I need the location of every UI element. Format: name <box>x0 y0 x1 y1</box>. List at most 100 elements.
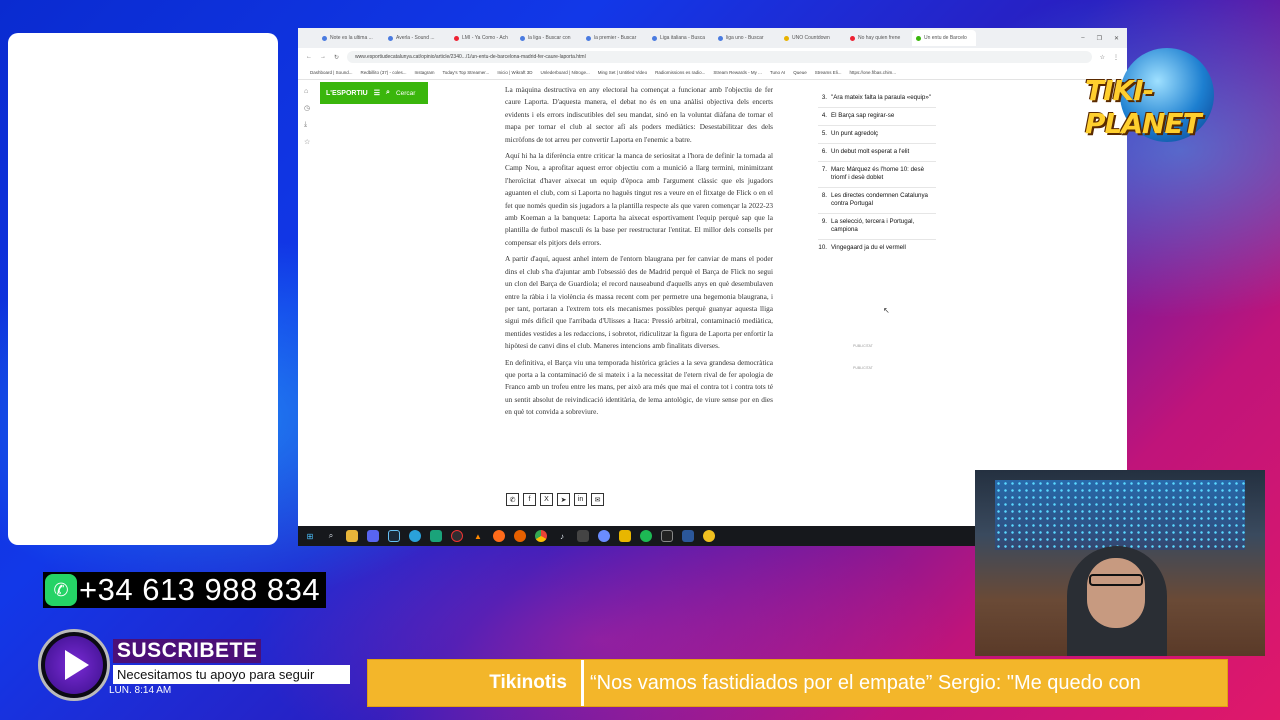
bookmarks-bar: Dashboard | Sound... Redbillito (37) - c… <box>298 66 1127 80</box>
downloads-icon[interactable]: ⤓ <box>304 121 310 129</box>
play-icon <box>45 636 103 694</box>
url-input[interactable]: www.esportiudecatalunya.cat/opinio/artic… <box>347 51 1092 63</box>
tab[interactable]: LMI - Ya Como - Ach <box>450 30 514 46</box>
telegram-icon[interactable] <box>409 530 421 542</box>
led-lights <box>995 480 1245 550</box>
list-item[interactable]: 4. El Barça sap regirar-se <box>818 108 936 126</box>
steam-icon[interactable] <box>388 530 400 542</box>
bookmark[interactable]: Inicio | Wikraft 3D <box>497 70 532 75</box>
x-icon[interactable]: X <box>540 493 553 506</box>
bookmark[interactable]: Today's Top Streamer... <box>443 70 490 75</box>
email-icon[interactable]: ✉ <box>591 493 604 506</box>
app-icon-6[interactable] <box>661 530 673 542</box>
search-button[interactable]: Cercar <box>396 90 416 97</box>
list-item[interactable]: 5. Un punt agredolç <box>818 126 936 144</box>
app-icon-5[interactable] <box>619 530 631 542</box>
bookmark-icon[interactable]: ☆ <box>304 138 310 146</box>
window-controls: – ❐ ✕ <box>1081 35 1127 42</box>
home-icon[interactable]: ⌂ <box>304 88 310 95</box>
windows-icon[interactable]: ⊞ <box>304 530 316 542</box>
tab-active[interactable]: Un entu de Barcelo <box>912 30 976 46</box>
linkedin-icon[interactable]: in <box>574 493 587 506</box>
bookmark[interactable]: Stream Rewards - My ... <box>713 70 762 75</box>
facebook-icon[interactable]: f <box>523 493 536 506</box>
ticker-text: “Nos vamos fastidiados por el empate” Se… <box>590 671 1141 694</box>
app-icon-2[interactable] <box>493 530 505 542</box>
tab[interactable]: la liga - Buscar con <box>516 30 580 46</box>
list-item[interactable]: 8. Les directes condemnen Catalunya contr… <box>818 188 936 214</box>
channel-logo: TIKI-PLANET <box>1085 48 1245 143</box>
site-logo[interactable]: L'ESPORTIU <box>326 90 368 97</box>
taskbar: ⊞ ⌕ ▲ ♪ <box>298 526 976 546</box>
close-icon[interactable]: ✕ <box>1114 35 1119 42</box>
search-icon[interactable]: ⌕ <box>325 530 337 542</box>
file-explorer-icon[interactable] <box>346 530 358 542</box>
hamburger-icon[interactable]: ☰ <box>374 89 380 97</box>
maximize-icon[interactable]: ❐ <box>1097 35 1102 42</box>
ticker-label: Tikinotis <box>368 660 584 706</box>
subscribe-subtitle: Necesitamos tu apoyo para seguir <box>113 665 350 684</box>
tab[interactable]: Liga italiana - Busca <box>648 30 712 46</box>
minimize-icon[interactable]: – <box>1081 35 1084 42</box>
subscribe-play-button[interactable] <box>38 629 110 701</box>
forward-icon[interactable]: → <box>320 54 326 60</box>
news-ticker: Tikinotis “Nos vamos fastidiados por el … <box>367 659 1228 707</box>
app-icon[interactable] <box>430 530 442 542</box>
app-icon-4[interactable] <box>598 530 610 542</box>
list-item[interactable]: 10. Vingegaard ja du el vermell <box>818 240 936 257</box>
tab[interactable]: Note es la ultima ... <box>318 30 382 46</box>
list-item[interactable]: 7. Marc Márquez és l'home 10: desè triomf… <box>818 162 936 188</box>
bookmark[interactable]: Instagram <box>414 70 434 75</box>
app-icon-7[interactable] <box>703 530 715 542</box>
tab[interactable]: Averla - Sound ... <box>384 30 448 46</box>
tiktok-icon[interactable]: ♪ <box>556 530 568 542</box>
word-icon[interactable] <box>682 530 694 542</box>
bookmark[interactable]: Tuno AI <box>770 70 785 75</box>
tab[interactable]: UNO Countdown <box>780 30 844 46</box>
article-body: La màquina destructiva en any electoral … <box>505 84 773 423</box>
bookmark[interactable]: Unlederboard | Nitroge... <box>541 70 590 75</box>
share-bar: ✆ f X ➤ in ✉ <box>506 493 604 506</box>
list-item[interactable]: 3. "Ara mateix falta la paraula «equip»" <box>818 90 936 108</box>
obs-icon[interactable] <box>451 530 463 542</box>
firefox-icon[interactable] <box>514 530 526 542</box>
blank-panel <box>8 33 278 545</box>
vlc-icon[interactable]: ▲ <box>472 530 484 542</box>
tab[interactable]: liga uno - Buscar <box>714 30 778 46</box>
article-paragraph: En definitiva, el Barça viu una temporad… <box>505 357 773 417</box>
telegram-icon[interactable]: ➤ <box>557 493 570 506</box>
whatsapp-icon[interactable]: ✆ <box>506 493 519 506</box>
browser-window: Note es la ultima ... Averla - Sound ...… <box>298 28 1127 526</box>
whatsapp-icon: ✆ <box>45 574 77 606</box>
list-item[interactable]: 6. Un debut molt esperat a l'elit <box>818 144 936 162</box>
bookmark[interactable]: Dashboard | Sound... <box>310 70 352 75</box>
discord-icon[interactable] <box>367 530 379 542</box>
tab-bar: Note es la ultima ... Averla - Sound ...… <box>298 28 1127 48</box>
tab[interactable]: la premier - Buscar <box>582 30 646 46</box>
back-icon[interactable]: ← <box>306 54 312 60</box>
list-item[interactable]: 9. La selecció, tercera i Portugal, campi… <box>818 214 936 240</box>
clock: LUN. 8:14 AM <box>109 685 172 696</box>
bookmark[interactable]: https://one.f/bas.chim... <box>850 70 897 75</box>
tab[interactable]: No hay quien frene <box>846 30 910 46</box>
ad-label: PUBLICITAT <box>853 366 873 370</box>
app-icon-3[interactable] <box>577 530 589 542</box>
bookmark[interactable]: Redbillito (37) - coles... <box>360 70 406 75</box>
bookmark[interactable]: Streams Eli... <box>815 70 842 75</box>
glasses <box>1089 574 1143 586</box>
article-paragraph: A partir d'aquí, aquest anhel intern de … <box>505 254 773 351</box>
article-paragraph: La màquina destructiva en any electoral … <box>505 85 773 144</box>
article-paragraph: Aquí hi ha la diferència entre criticar … <box>505 151 773 247</box>
reload-icon[interactable]: ↻ <box>334 54 339 61</box>
phone-number: +34 613 988 834 <box>79 572 321 607</box>
bookmark[interactable]: Ming Set | Untitled Video <box>598 70 647 75</box>
history-icon[interactable]: ◷ <box>304 104 310 112</box>
webcam-feed <box>975 470 1265 656</box>
spotify-icon[interactable] <box>640 530 652 542</box>
bookmark[interactable]: Radiomissions es radio... <box>655 70 705 75</box>
chrome-icon[interactable] <box>535 530 547 542</box>
mouse-cursor-icon: ↖ <box>883 306 890 315</box>
search-icon[interactable]: ⌕ <box>386 89 390 97</box>
bookmark[interactable]: Queue <box>793 70 807 75</box>
browser-sidebar: ⌂ ◷ ⤓ ☆ <box>304 88 310 146</box>
